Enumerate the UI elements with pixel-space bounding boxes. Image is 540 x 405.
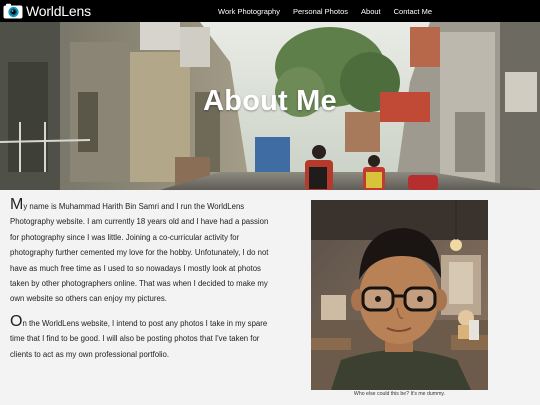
about-text: My name is Muhammad Harith Bin Samri and…	[10, 196, 272, 371]
dropcap-letter: M	[10, 196, 24, 213]
about-paragraph-1: My name is Muhammad Harith Bin Samri and…	[10, 196, 272, 307]
hero-banner: About Me	[0, 22, 540, 190]
dropcap-letter: O	[10, 312, 23, 330]
paragraph-text: y name is Muhammad Harith Bin Samri and …	[10, 202, 269, 304]
navbar: WorldLens Work Photography Personal Phot…	[0, 0, 540, 22]
camera-logo-icon	[3, 3, 23, 19]
hero-title: About Me	[203, 85, 337, 117]
nav-link-personal-photos[interactable]: Personal Photos	[293, 7, 348, 16]
paragraph-text: n the WorldLens website, I intend to pos…	[10, 318, 268, 359]
nav-links: Work Photography Personal Photos About C…	[218, 0, 445, 22]
photo-caption: Who else could this be? It's me dummy.	[353, 391, 446, 397]
brand[interactable]: WorldLens	[3, 2, 91, 20]
nav-link-about[interactable]: About	[361, 7, 381, 16]
about-paragraph-2: On the WorldLens website, I intend to po…	[10, 312, 272, 362]
portrait-photo	[311, 200, 488, 390]
nav-link-work-photography[interactable]: Work Photography	[218, 7, 280, 16]
nav-link-contact-me[interactable]: Contact Me	[394, 7, 432, 16]
brand-name: WorldLens	[26, 3, 91, 19]
